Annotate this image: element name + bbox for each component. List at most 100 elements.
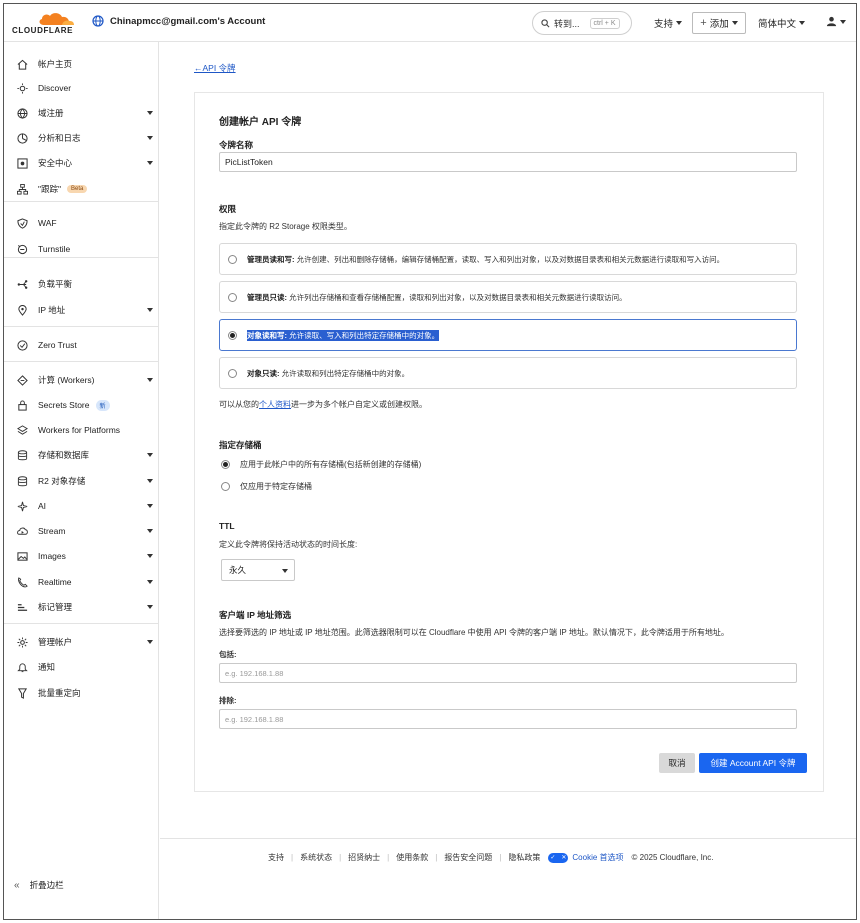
image-icon [16,550,28,562]
sidebar-item-ip-addresses[interactable]: IP 地址 [4,299,159,321]
language-menu[interactable]: 简体中文 [758,16,806,30]
sidebar-badge: Beta [67,185,88,193]
bucket-option-specific[interactable]: 仅应用于特定存储桶 [221,481,312,492]
sidebar-item-storage-databases[interactable]: 存储和数据库 [4,444,159,466]
permission-option-admin-ro[interactable]: 管理员只读: 允许列出存储桶和查看存储桶配置，读取和列出对象，以及对数据目录表和… [219,281,797,313]
ttl-value: 永久 [229,565,247,575]
bucket-option-label: 应用于此帐户中的所有存储桶(包括新创建的存储桶) [240,460,422,469]
cancel-button[interactable]: 取消 [659,753,695,773]
permission-option-admin-rw[interactable]: 管理员读和写: 允许创建、列出和删除存储桶，编辑存储桶配置，读取、写入和列出对象… [219,243,797,275]
ip-filter-label: 客户端 IP 地址筛选 [219,610,292,620]
sidebar-item-load-balancing[interactable]: 负载平衡 [4,273,159,295]
profile-link[interactable]: 个人资料 [259,400,291,409]
language-label: 简体中文 [758,19,797,30]
permission-title: 对象只读: [247,368,280,378]
radio-button[interactable] [228,254,237,264]
home-icon [16,58,28,70]
search-input[interactable]: 转到... ctrl + K [532,11,632,35]
permission-title: 管理员只读: [247,292,287,302]
footer-link[interactable]: 支持 [268,852,284,863]
profile-note-text: 进一步为多个帐户自定义或创建权限。 [291,400,427,409]
sidebar-item-compute-workers[interactable]: 计算 (Workers) [4,369,159,391]
lock-icon [16,399,28,411]
sidebar-item-bulk-redirects[interactable]: 批量重定向 [4,682,159,704]
sidebar-item-manage-account[interactable]: 管理帐户 [4,631,159,653]
sidebar-item-images[interactable]: Images [4,545,159,567]
cloudflare-logo[interactable]: CLOUDFLARE [12,10,82,36]
footer-separator: | [499,853,502,862]
include-ip-input[interactable]: e.g. 192.168.1.88 [219,663,797,683]
sidebar-divider [4,326,159,327]
user-icon [826,16,837,27]
cookie-preferences-link[interactable]: Cookie 首选项 [572,852,623,863]
sidebar-item-label: 管理帐户 [38,637,73,647]
permissions-label: 权限 [219,204,237,214]
exclude-ip-input[interactable]: e.g. 192.168.1.88 [219,709,797,729]
filter-icon [16,687,28,699]
permission-option-object-rw[interactable]: 对象读和写: 允许读取、写入和列出特定存储桶中的对象。 [219,319,797,351]
sidebar-item-tag-management[interactable]: 标记管理 [4,596,159,618]
sidebar-badge: 新 [95,399,110,411]
radio-button-selected[interactable] [221,460,230,469]
sidebar-item-security-center[interactable]: 安全中心 [4,152,159,174]
radio-button[interactable] [228,292,237,302]
chevron-down-icon [147,640,153,644]
chevron-down-icon [147,308,153,312]
sidebar-item-waf[interactable]: WAF [4,212,159,234]
sidebar-item-trace[interactable]: "跟踪" Beta [4,178,159,200]
sidebar-item-realtime[interactable]: Realtime [4,571,159,593]
page-title: 创建帐户 API 令牌 [219,117,302,128]
sidebar-item-label: 域注册 [38,108,64,118]
sidebar-item-domain-registration[interactable]: 域注册 [4,102,159,124]
app-window: CLOUDFLARE Chinapmcc@gmail.com's Account… [3,3,857,920]
user-menu[interactable] [826,16,846,27]
radio-button[interactable] [228,368,237,378]
account-switcher[interactable]: Chinapmcc@gmail.com's Account [92,15,265,27]
footer-link[interactable]: 招贤纳士 [348,852,380,863]
token-name-input[interactable]: PicListToken [219,152,797,172]
footer-link[interactable]: 使用条款 [396,852,428,863]
collapse-sidebar-button[interactable]: « 折叠边栏 [14,879,64,891]
ttl-select[interactable]: 永久 [221,559,295,581]
shield-icon [16,157,28,169]
footer-link[interactable]: 系统状态 [300,852,332,863]
sidebar-item-stream[interactable]: Stream [4,520,159,542]
workers-icon [16,374,28,386]
footer-link[interactable]: 报告安全问题 [444,852,492,863]
sidebar-item-workers-for-platforms[interactable]: Workers for Platforms [4,419,159,441]
sidebar-item-secrets-store[interactable]: Secrets Store 新 [4,394,159,416]
sidebar-divider [4,257,159,258]
radio-button[interactable] [221,482,230,491]
sidebar-item-analytics-logs[interactable]: 分析和日志 [4,127,159,149]
permission-option-object-ro[interactable]: 对象只读: 允许读取和列出特定存储桶中的对象。 [219,357,797,389]
chevron-down-icon [147,161,153,165]
plus-icon: + [700,17,707,29]
sidebar-item-label: Realtime [38,577,72,587]
sidebar-item-label: 标记管理 [38,602,73,612]
back-to-api-tokens-link[interactable]: ←API 令牌 [194,62,236,74]
tag-icon [16,601,28,613]
permission-title: 对象读和写: [247,330,287,340]
search-placeholder: 转到... [554,18,580,29]
add-button[interactable]: + 添加 [692,12,746,34]
permission-title: 管理员读和写: [247,254,295,264]
chevron-down-icon [147,453,153,457]
sidebar-item-account-home[interactable]: 帐户主页 [4,53,159,75]
sidebar-item-r2-object-storage[interactable]: R2 对象存储 [4,470,159,492]
create-token-button[interactable]: 创建 Account API 令牌 [699,753,807,773]
sidebar-item-notifications[interactable]: 通知 [4,656,159,678]
sidebar-item-label: Images [38,551,66,561]
footer-link[interactable]: 隐私政策 [508,852,540,863]
sidebar-item-discover[interactable]: Discover [4,77,159,99]
sidebar-item-ai[interactable]: AI [4,495,159,517]
footer-separator: | [435,853,438,862]
radio-button-selected[interactable] [228,330,237,340]
stream-icon [16,525,28,537]
bucket-option-all[interactable]: 应用于此帐户中的所有存储桶(包括新创建的存储桶) [221,459,421,470]
copyright: © 2025 Cloudflare, Inc. [631,853,714,862]
chevron-down-icon [147,479,153,483]
sidebar-item-zero-trust[interactable]: Zero Trust [4,334,159,356]
sidebar-item-label: Stream [38,526,66,536]
logo-text: CLOUDFLARE [12,26,74,35]
support-menu[interactable]: 支持 [654,16,683,30]
